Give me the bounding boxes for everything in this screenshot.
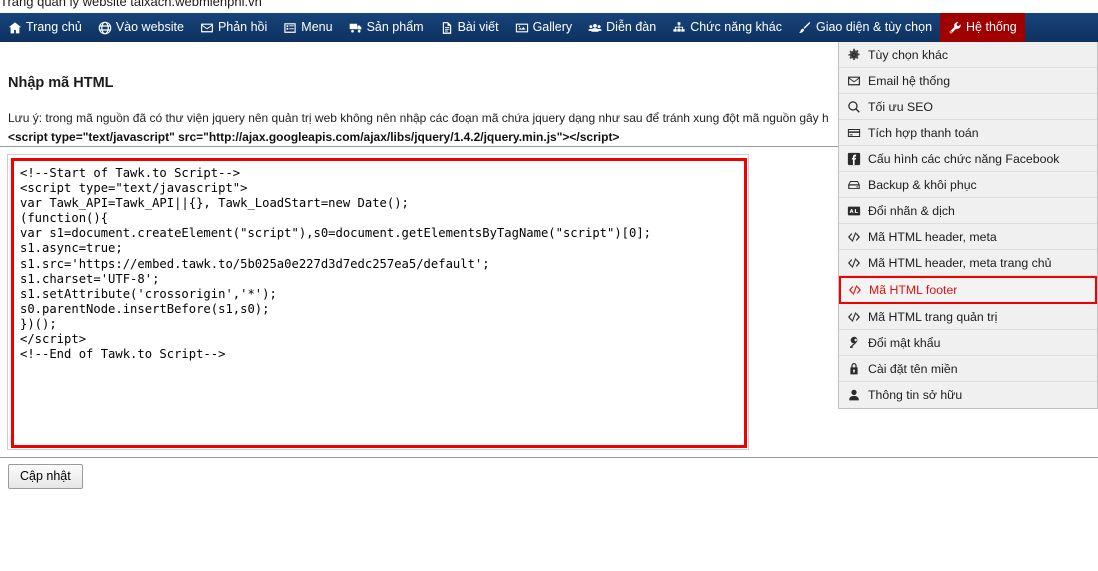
menu-item-label: Đổi nhãn & dịch xyxy=(868,203,955,218)
envelope-icon xyxy=(200,21,214,35)
lock-icon xyxy=(847,362,861,376)
globe-icon xyxy=(98,21,112,35)
nav-item-h-th-ng[interactable]: Hệ thống xyxy=(940,13,1025,42)
nav-item-giao-di-n-t-y-ch-n[interactable]: Giao diện & tùy chọn xyxy=(790,13,940,42)
menu-item-c-u-h-nh-c-c-ch-c-n-ng-facebook[interactable]: Cấu hình các chức năng Facebook xyxy=(839,146,1097,172)
nav-item-label: Gallery xyxy=(532,20,573,34)
menu-item-label: Cài đặt tên miền xyxy=(868,361,958,376)
menu-item-email-h-th-ng[interactable]: Email hệ thống xyxy=(839,68,1097,94)
menu-item-t-i-u-seo[interactable]: Tối ưu SEO xyxy=(839,94,1097,120)
menu-item-t-y-ch-n-kh-c[interactable]: Tùy chọn khác xyxy=(839,42,1097,68)
nav-item-di-n-n[interactable]: Diễn đàn xyxy=(580,13,664,42)
nav-item-trang-ch[interactable]: Trang chủ xyxy=(0,13,90,42)
menu-item-label: Mã HTML header, meta xyxy=(868,229,997,244)
nav-item-label: Sản phẩm xyxy=(366,20,424,34)
menu-item-th-ng-tin-s-h-u[interactable]: Thông tin sở hữu xyxy=(839,382,1097,408)
brush-icon xyxy=(798,21,812,35)
page-title: Nhập mã HTML xyxy=(8,75,114,91)
divider-bottom xyxy=(0,457,1098,458)
admin-page: Trang quản lý website taixach.webmienphi… xyxy=(0,0,1098,571)
menu-item-label: Tối ưu SEO xyxy=(868,99,933,114)
menu-item-label: Đổi mật khẩu xyxy=(868,335,941,350)
code-icon xyxy=(847,230,861,244)
menu-item-m-html-header-meta-trang-ch[interactable]: Mã HTML header, meta trang chủ xyxy=(839,250,1097,276)
nav-item-label: Hệ thống xyxy=(966,20,1017,34)
menu-item-backup-kh-i-ph-c[interactable]: Backup & khôi phục xyxy=(839,172,1097,198)
code-icon xyxy=(848,283,862,297)
menu-item-m-html-header-meta[interactable]: Mã HTML header, meta xyxy=(839,224,1097,250)
wrench-icon xyxy=(948,21,962,35)
nav-item-label: Bài viết xyxy=(457,20,499,34)
note-line-1: Lưu ý: trong mã nguồn đã có thư viện jqu… xyxy=(8,111,829,125)
sitemap-icon xyxy=(672,21,686,35)
facebook-icon xyxy=(847,152,861,166)
document-icon xyxy=(440,21,454,35)
menu-item-label: Cấu hình các chức năng Facebook xyxy=(868,151,1060,166)
nav-item-label: Trang chủ xyxy=(26,20,82,34)
html-code-text: <!--Start of Tawk.to Script--> <script t… xyxy=(20,166,652,362)
user-icon xyxy=(847,388,861,402)
gear-icon xyxy=(847,48,861,62)
truck-icon xyxy=(349,21,363,35)
menu-item-label: Mã HTML trang quản trị xyxy=(868,309,998,324)
nav-item-label: Phản hồi xyxy=(217,20,268,34)
nav-item-s-n-ph-m[interactable]: Sản phẩm xyxy=(341,13,432,42)
image-icon xyxy=(515,21,529,35)
search-icon xyxy=(847,100,861,114)
nav-item-ch-c-n-ng-kh-c[interactable]: Chức năng khác xyxy=(664,13,790,42)
nav-item-label: Menu xyxy=(301,20,333,34)
nav-item-label: Diễn đàn xyxy=(606,20,657,34)
menu-item-i-nh-n-d-ch[interactable]: Đổi nhãn & dịch xyxy=(839,198,1097,224)
menu-item-label: Mã HTML footer xyxy=(869,283,958,297)
menu-item-m-html-trang-qu-n-tr[interactable]: Mã HTML trang quản trị xyxy=(839,304,1097,330)
nav-item-label: Vào website xyxy=(115,20,184,34)
menu-item-t-ch-h-p-thanh-to-n[interactable]: Tích hợp thanh toán xyxy=(839,120,1097,146)
list-icon xyxy=(283,21,297,35)
users-icon xyxy=(588,21,602,35)
credit-card-icon xyxy=(847,126,861,140)
menu-item-label: Tích hợp thanh toán xyxy=(868,125,979,140)
envelope-icon xyxy=(847,74,861,88)
top-navbar: Trang chủ Vào website Phản hồi Menu Sản phẩm… xyxy=(0,13,1098,42)
menu-item-label: Email hệ thống xyxy=(868,73,951,88)
nav-item-label: Giao diện & tùy chọn xyxy=(815,20,933,34)
menu-item-m-html-footer[interactable]: Mã HTML footer xyxy=(839,276,1097,304)
code-icon xyxy=(847,256,861,270)
browser-page-title-text: Trang quản lý website taixach.webmienphi… xyxy=(0,0,262,9)
html-code-editor-frame: <!--Start of Tawk.to Script--> <script t… xyxy=(7,154,749,450)
nav-item-gallery[interactable]: Gallery xyxy=(507,13,581,42)
nav-item-menu[interactable]: Menu xyxy=(275,13,340,42)
nav-item-ph-n-h-i[interactable]: Phản hồi xyxy=(192,13,275,42)
menu-item-label: Thông tin sở hữu xyxy=(868,388,963,402)
nav-item-b-i-vi-t[interactable]: Bài viết xyxy=(432,13,507,42)
update-button[interactable]: Cập nhật xyxy=(8,464,83,489)
browser-page-title: Trang quản lý website taixach.webmienphi… xyxy=(0,0,1098,13)
menu-item-label: Tùy chọn khác xyxy=(868,47,948,62)
translate-icon xyxy=(847,204,861,218)
system-dropdown-menu: Tùy chọn khác Email hệ thống Tối ưu SEO Tíc… xyxy=(838,42,1098,409)
nav-item-label: Chức năng khác xyxy=(690,20,782,34)
html-code-textarea[interactable]: <!--Start of Tawk.to Script--> <script t… xyxy=(11,158,747,448)
menu-item-label: Mã HTML header, meta trang chủ xyxy=(868,255,1052,270)
harddrive-icon xyxy=(847,178,861,192)
menu-item-label: Backup & khôi phục xyxy=(868,177,977,192)
menu-item-c-i-t-t-n-mi-n[interactable]: Cài đặt tên miền xyxy=(839,356,1097,382)
menu-item-i-m-t-kh-u[interactable]: Đổi mật khẩu xyxy=(839,330,1097,356)
key-icon xyxy=(847,336,861,350)
nav-item-v-o-website[interactable]: Vào website xyxy=(90,13,192,42)
code-icon xyxy=(847,310,861,324)
home-icon xyxy=(8,21,22,35)
